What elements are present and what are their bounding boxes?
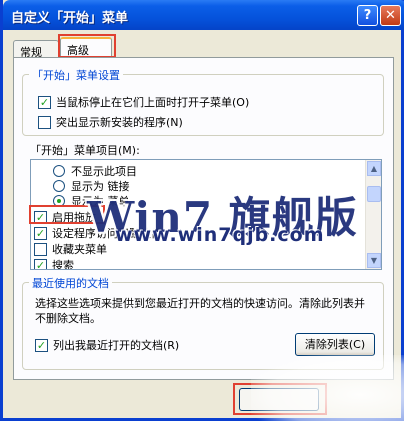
checkbox-icon[interactable] (34, 242, 47, 256)
start-menu-settings-group: 「开始」菜单设置 ✓ 当鼠标停止在它们上面时打开子菜单(O) 突出显示新安装的程… (22, 67, 384, 136)
radio-icon[interactable] (53, 195, 65, 207)
scroll-down-icon[interactable]: ▼ (367, 253, 381, 268)
help-button[interactable]: ? (357, 5, 378, 26)
scroll-up-icon[interactable]: ▲ (367, 161, 381, 176)
dialog-window: 自定义「开始」菜单 ? ✕ 常规 高级 「开始」菜单设置 ✓ 当鼠标停止在它们上… (0, 0, 404, 421)
list-item-label: 搜索 (52, 259, 74, 270)
tab-advanced[interactable]: 高级 (60, 37, 112, 57)
title-bar[interactable]: 自定义「开始」菜单 ? ✕ (3, 0, 404, 30)
checkbox-icon[interactable]: ✓ (34, 210, 47, 224)
list-item[interactable]: ✓ 搜索 (34, 257, 74, 270)
clear-list-button[interactable]: 清除列表(C) (295, 333, 375, 356)
list-item[interactable]: 不显示此项目 (53, 163, 137, 179)
checkbox-icon[interactable]: ✓ (34, 258, 47, 269)
close-button[interactable]: ✕ (380, 5, 401, 26)
window-title: 自定义「开始」菜单 (11, 11, 129, 26)
option-open-submenu[interactable]: ✓ 当鼠标停止在它们上面时打开子菜单(O) (38, 94, 249, 110)
group-legend: 「开始」菜单设置 (29, 67, 123, 83)
recent-docs-description: 选择这些选项来提供到您最近打开的文档的快速访问。清除此列表并不删除文档。 (35, 297, 365, 325)
option-label: 当鼠标停止在它们上面时打开子菜单(O) (56, 96, 250, 109)
option-label: 突出显示新安装的程序(N) (56, 116, 183, 129)
checkbox-icon[interactable]: ✓ (38, 95, 51, 109)
checkbox-icon[interactable] (38, 115, 51, 129)
items-label: 「开始」菜单项目(M): (30, 144, 140, 157)
scroll-thumb[interactable] (367, 186, 381, 202)
option-label: 列出我最近打开的文档(R) (53, 339, 180, 352)
watermark-url: www.win7qjb.com (115, 224, 325, 246)
checkbox-icon[interactable]: ✓ (34, 226, 47, 240)
radio-icon[interactable] (53, 180, 65, 192)
group-legend: 最近使用的文档 (29, 275, 112, 291)
glare-overlay (251, 355, 404, 421)
list-item-label: 不显示此项目 (71, 165, 137, 178)
option-highlight-new[interactable]: 突出显示新安装的程序(N) (38, 114, 183, 130)
radio-icon[interactable] (53, 165, 65, 177)
list-scrollbar[interactable]: ▲ ▼ (365, 160, 381, 269)
checkbox-icon[interactable]: ✓ (35, 338, 48, 352)
option-list-recent[interactable]: ✓ 列出我最近打开的文档(R) (35, 337, 179, 353)
tab-general[interactable]: 常规 (13, 40, 59, 59)
